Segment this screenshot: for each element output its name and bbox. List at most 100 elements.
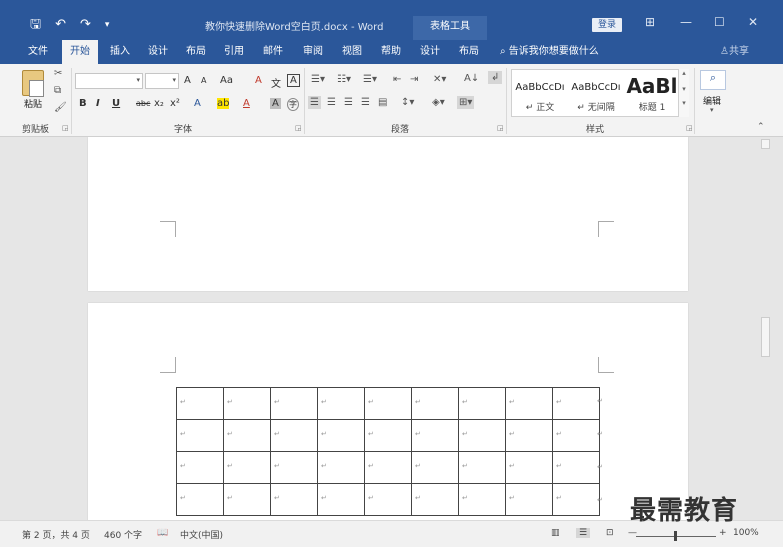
customize-qat-button[interactable]: ▾ (105, 17, 110, 33)
increase-indent-icon[interactable]: ⇥ (410, 74, 418, 85)
tab-home[interactable]: 开始 (62, 40, 98, 65)
grow-font-button[interactable]: A (184, 75, 191, 86)
sort-button[interactable]: A↓ (464, 73, 479, 84)
strikethrough-button[interactable]: abc (136, 99, 150, 108)
share-button[interactable]: ♙共享 (720, 40, 749, 64)
phonetic-guide-button[interactable]: 文 (271, 75, 281, 90)
justify-icon[interactable]: ☰ (361, 97, 370, 108)
tab-table-layout[interactable]: 布局 (453, 40, 485, 64)
superscript-button[interactable]: x² (170, 98, 180, 109)
borders-icon[interactable]: ⊞▾ (457, 96, 475, 109)
table-cell[interactable]: ↵ (411, 387, 459, 420)
font-launcher-icon[interactable]: ◲ (295, 124, 302, 132)
character-shading-button[interactable]: A (270, 98, 281, 109)
table-cell[interactable]: ↵ (270, 483, 318, 516)
redo-button[interactable]: ↷ (80, 17, 91, 33)
font-color-button[interactable]: A (243, 98, 250, 109)
table-cell[interactable]: ↵ (270, 419, 318, 452)
table-cell[interactable]: ↵ (364, 451, 412, 484)
table-cell[interactable]: ↵ (458, 483, 506, 516)
bullets-icon[interactable]: ☰▾ (311, 74, 325, 85)
tab-help[interactable]: 帮助 (375, 40, 407, 64)
table-cell[interactable]: ↵ (176, 419, 224, 452)
tab-mailings[interactable]: 邮件 (257, 40, 289, 64)
styles-launcher-icon[interactable]: ◲ (686, 124, 693, 132)
table-cell[interactable]: ↵ (552, 387, 600, 420)
table-cell[interactable]: ↵ (364, 419, 412, 452)
table-cell[interactable]: ↵ (505, 419, 553, 452)
shrink-font-button[interactable]: A (201, 76, 206, 85)
align-left-icon[interactable]: ☰ (308, 96, 321, 109)
highlight-button[interactable]: ab (217, 98, 230, 109)
word-count[interactable]: 460 个字 (104, 528, 142, 541)
change-case-button[interactable]: Aa (220, 75, 233, 86)
enclose-characters-button[interactable]: 字 (287, 98, 299, 111)
chinese-layout-icon[interactable]: ✕▾ (433, 74, 446, 85)
collapse-ribbon-icon[interactable]: ⌃ (757, 122, 765, 132)
text-effects-button[interactable]: A (194, 98, 201, 109)
tab-review[interactable]: 审阅 (297, 40, 329, 64)
zoom-slider-thumb[interactable] (674, 531, 677, 541)
table-cell[interactable]: ↵ (223, 419, 271, 452)
table-cell[interactable]: ↵ (176, 387, 224, 420)
table-cell[interactable]: ↵ (458, 387, 506, 420)
tab-table-design[interactable]: 设计 (414, 40, 446, 64)
bold-button[interactable]: B (79, 98, 87, 109)
table-cell[interactable]: ↵ (552, 451, 600, 484)
tab-design[interactable]: 设计 (142, 40, 174, 64)
editing-button[interactable]: ⌕ (700, 70, 726, 90)
proofing-icon[interactable]: 📖 (157, 528, 168, 538)
numbering-icon[interactable]: ☷▾ (337, 74, 351, 85)
tell-me-box[interactable]: ⌕ 告诉我你想要做什么 (500, 40, 599, 64)
paste-button-label[interactable]: 粘贴 (24, 97, 42, 110)
copy-icon[interactable]: ⧉ (54, 85, 61, 96)
scroll-up-button[interactable] (761, 139, 770, 149)
distributed-icon[interactable]: ▤ (378, 97, 387, 108)
table-cell[interactable]: ↵ (364, 483, 412, 516)
format-painter-icon[interactable]: 🖌 (54, 102, 67, 113)
font-size-combo[interactable]: ▾ (145, 73, 179, 89)
font-name-combo[interactable]: ▾ (75, 73, 143, 89)
table-cell[interactable]: ↵ (270, 451, 318, 484)
table-cell[interactable]: ↵ (364, 387, 412, 420)
print-layout-icon[interactable]: ☰ (576, 528, 591, 538)
tab-layout[interactable]: 布局 (180, 40, 212, 64)
tab-references[interactable]: 引用 (218, 40, 250, 64)
table-cell[interactable]: ↵ (176, 451, 224, 484)
table-cell[interactable]: ↵ (317, 387, 365, 420)
table-cell[interactable]: ↵ (458, 451, 506, 484)
style-no-spacing[interactable]: AaBbCcDı ↵ 无间隔 (568, 70, 624, 116)
chevron-down-icon[interactable]: ▾ (710, 106, 714, 114)
style-heading-1[interactable]: AaBl 标题 1 (624, 70, 680, 116)
decrease-indent-icon[interactable]: ⇤ (393, 74, 401, 85)
language-indicator[interactable]: 中文(中国) (180, 528, 223, 541)
tab-view[interactable]: 视图 (336, 40, 368, 64)
table-cell[interactable]: ↵ (505, 483, 553, 516)
cut-icon[interactable]: ✂ (54, 68, 62, 79)
character-border-button[interactable]: A (287, 74, 300, 87)
table-cell[interactable]: ↵ (223, 483, 271, 516)
table-cell[interactable]: ↵ (270, 387, 318, 420)
table-cell[interactable]: ↵ (552, 483, 600, 516)
paragraph-launcher-icon[interactable]: ◲ (497, 124, 504, 132)
underline-button[interactable]: U (112, 98, 120, 109)
vertical-scrollbar[interactable] (760, 137, 772, 520)
clear-formatting-button[interactable]: A (255, 75, 262, 86)
close-button[interactable]: ✕ (748, 15, 758, 29)
table-cell[interactable]: ↵ (317, 451, 365, 484)
styles-scroll[interactable]: ▴ ▾ ▾ (678, 69, 689, 117)
table-cell[interactable]: ↵ (223, 387, 271, 420)
scroll-thumb[interactable] (761, 317, 770, 357)
style-normal[interactable]: AaBbCcDı ↵ 正文 (512, 70, 568, 116)
table-cell[interactable]: ↵ (411, 483, 459, 516)
zoom-level[interactable]: 100% (733, 528, 759, 538)
maximize-button[interactable]: ☐ (714, 15, 725, 29)
table-cell[interactable]: ↵ (317, 419, 365, 452)
align-center-icon[interactable]: ☰ (327, 97, 336, 108)
chevron-down-icon[interactable]: ▾ (679, 85, 689, 93)
italic-button[interactable]: I (96, 98, 100, 109)
multilevel-list-icon[interactable]: ☰▾ (363, 74, 377, 85)
table-cell[interactable]: ↵ (411, 419, 459, 452)
table-cell[interactable]: ↵ (176, 483, 224, 516)
sign-in-button[interactable]: 登录 (592, 18, 622, 32)
